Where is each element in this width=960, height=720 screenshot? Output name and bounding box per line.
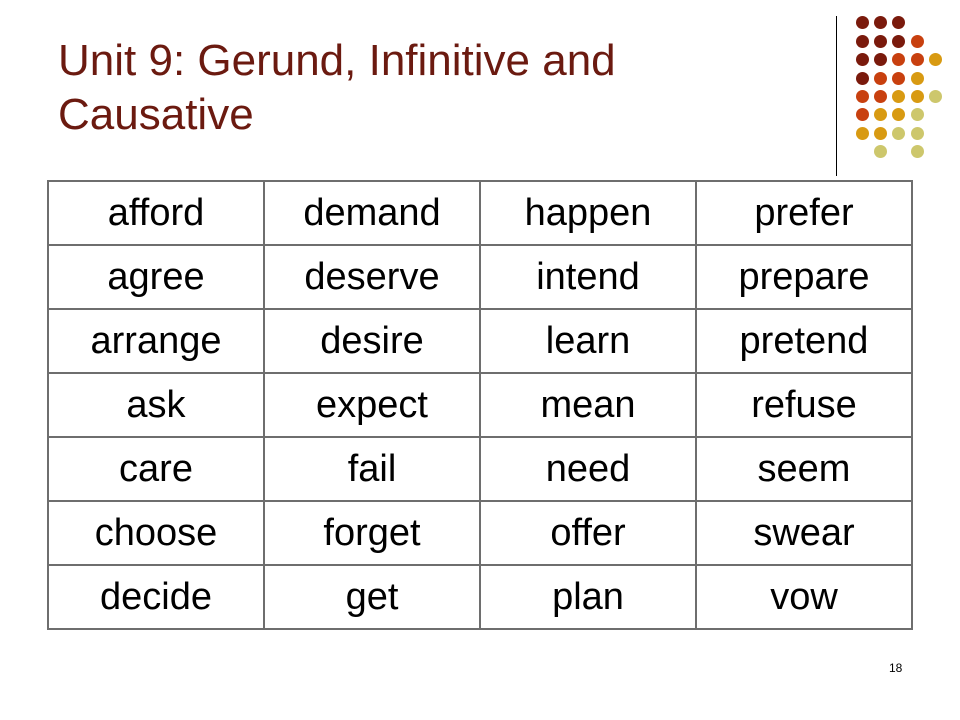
table-row: agree deserve intend prepare: [47, 244, 913, 310]
page-number: 18: [889, 661, 903, 675]
table-cell: refuse: [695, 372, 913, 438]
decorative-dot: [910, 34, 924, 48]
table-row: choose forget offer swear: [47, 500, 913, 566]
decorative-dot: [910, 126, 924, 140]
decorative-dot: [910, 71, 924, 85]
decorative-dot: [910, 89, 924, 103]
table-cell: deserve: [263, 244, 481, 310]
slide-title-line-1: Unit 9: Gerund, Infinitive and: [58, 36, 616, 85]
decorative-dot: [873, 15, 887, 29]
table-cell: ask: [47, 372, 265, 438]
verb-table: afford demand happen prefer agree deserve inte…: [47, 180, 913, 630]
table-cell: decide: [47, 564, 265, 630]
decorative-dot: [928, 89, 942, 103]
decorative-dot: [928, 52, 942, 66]
table-cell: desire: [263, 308, 481, 374]
table-cell: swear: [695, 500, 913, 566]
decorative-dot: [910, 144, 924, 158]
table-row: decide get plan vow: [47, 564, 913, 630]
decorative-dot: [873, 107, 887, 121]
decorative-dot: [855, 15, 869, 29]
table-cell: demand: [263, 180, 481, 246]
table-row: ask expect mean refuse: [47, 372, 913, 438]
table-row: afford demand happen prefer: [47, 180, 913, 246]
table-cell: fail: [263, 436, 481, 502]
decorative-dot: [873, 34, 887, 48]
table-cell: happen: [479, 180, 697, 246]
table-cell: learn: [479, 308, 697, 374]
table-cell: prefer: [695, 180, 913, 246]
decorative-dot: [910, 52, 924, 66]
table-cell: vow: [695, 564, 913, 630]
decorative-dot: [873, 144, 887, 158]
table-row: care fail need seem: [47, 436, 913, 502]
table-cell: choose: [47, 500, 265, 566]
decorative-dot: [855, 52, 869, 66]
decorative-dot: [855, 107, 869, 121]
decorative-dot: [855, 34, 869, 48]
table-cell: offer: [479, 500, 697, 566]
table-cell: intend: [479, 244, 697, 310]
slide-title-line-2: Causative: [58, 90, 254, 139]
table-cell: afford: [47, 180, 265, 246]
table-cell: agree: [47, 244, 265, 310]
table-cell: plan: [479, 564, 697, 630]
decorative-dot: [855, 126, 869, 140]
decorative-dot: [873, 52, 887, 66]
table-cell: prepare: [695, 244, 913, 310]
table-row: arrange desire learn pretend: [47, 308, 913, 374]
decorative-dot: [891, 107, 905, 121]
table-cell: pretend: [695, 308, 913, 374]
table-cell: need: [479, 436, 697, 502]
decorative-dot: [855, 71, 869, 85]
decorative-dot: [891, 34, 905, 48]
decorative-dot: [891, 52, 905, 66]
decorative-dot: [891, 71, 905, 85]
vertical-divider-line: [836, 16, 837, 176]
decorative-dot: [891, 126, 905, 140]
table-cell: forget: [263, 500, 481, 566]
decorative-dot: [873, 89, 887, 103]
table-cell: seem: [695, 436, 913, 502]
decorative-dot: [910, 107, 924, 121]
table-cell: expect: [263, 372, 481, 438]
decorative-dot: [873, 71, 887, 85]
decorative-dot: [891, 15, 905, 29]
table-cell: mean: [479, 372, 697, 438]
decorative-dot: [891, 89, 905, 103]
table-cell: arrange: [47, 308, 265, 374]
table-cell: get: [263, 564, 481, 630]
slide-title: Unit 9: Gerund, Infinitive and Causative: [58, 34, 778, 142]
table-cell: care: [47, 436, 265, 502]
decorative-dot: [855, 89, 869, 103]
decorative-dot: [873, 126, 887, 140]
